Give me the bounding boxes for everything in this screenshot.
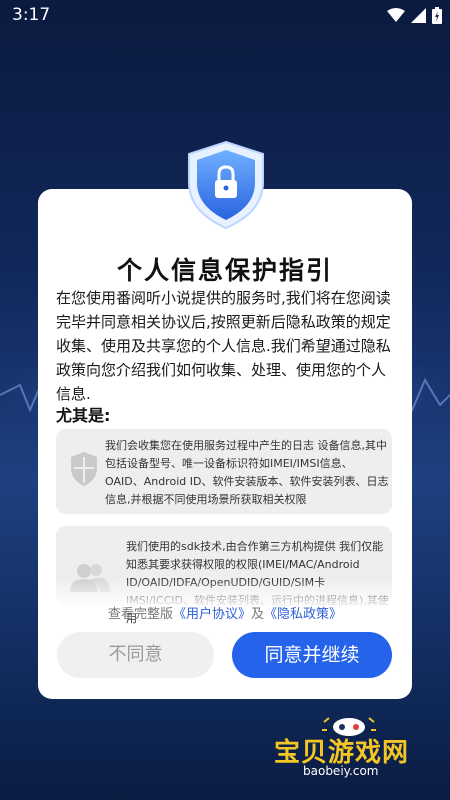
info-card-logs: 我们会收集您在使用服务过程中产生的日志 设备信息,其中包括设备型号、唯一设备标识… — [56, 429, 392, 514]
watermark-url: baobeiy.com — [303, 764, 379, 778]
status-bar: 3:17 — [0, 0, 450, 30]
privacy-policy-link[interactable]: 《隐私政策》 — [264, 607, 342, 622]
privacy-dialog: 个人信息保护指引 在您使用番阅听小说提供的服务时,我们将在您阅读完毕并同意相关协… — [38, 189, 412, 699]
highlight-heading: 尤其是: — [56, 406, 111, 425]
dialog-intro: 在您使用番阅听小说提供的服务时,我们将在您阅读完毕并同意相关协议后,按照更新后隐… — [56, 289, 391, 403]
info-card-text: 我们会收集您在使用服务过程中产生的日志 设备信息,其中包括设备型号、唯一设备标识… — [105, 439, 389, 506]
battery-icon — [432, 7, 442, 24]
shield-icon — [71, 452, 97, 486]
agree-continue-button[interactable]: 同意并继续 — [232, 632, 392, 678]
status-time: 3:17 — [12, 5, 51, 25]
user-agreement-link[interactable]: 《用户协议》 — [173, 607, 251, 622]
links-and: 及 — [251, 607, 265, 622]
dialog-title: 个人信息保护指引 — [116, 256, 333, 285]
signal-icon — [411, 8, 426, 23]
status-icons — [387, 7, 442, 24]
security-shield-icon — [188, 140, 264, 230]
wifi-icon — [387, 8, 405, 22]
links-prefix: 查看完整版 — [107, 607, 173, 622]
decline-button[interactable]: 不同意 — [57, 632, 214, 678]
agreement-links: 查看完整版《用户协议》及《隐私政策》 — [38, 603, 412, 622]
